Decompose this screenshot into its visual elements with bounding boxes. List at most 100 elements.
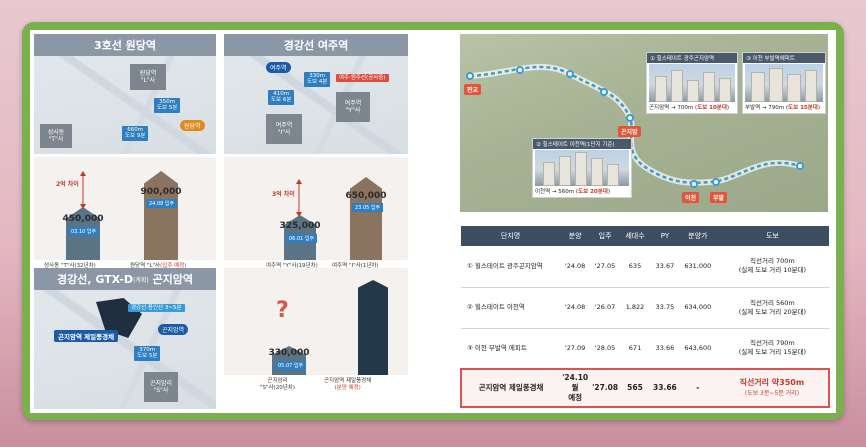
row-3-move: '28.05 — [590, 328, 621, 370]
row-3-price: 643,600 — [679, 328, 716, 370]
row-2-units: 1,822 — [620, 287, 650, 329]
row-2-name: ② 힐스테이트 이천역 — [461, 287, 561, 329]
row-3-sale: '27.09 — [560, 328, 591, 370]
question-mark: ? — [276, 298, 289, 323]
complex-card-3-header: ② 힐스테이트 이천역(1단지 기준) — [533, 139, 631, 149]
route-station-gonjiam — [626, 114, 634, 122]
gonjiam-dist-370: 370m 도보 5분 — [134, 346, 161, 361]
row-1-sale: '24.08 — [560, 246, 591, 288]
yeoju-gap-label: 3억 차이 — [272, 191, 295, 198]
wondang-title: 3호선 원당역 — [34, 34, 216, 56]
wondang-station-badge: 원당역 — [180, 120, 205, 131]
gonjiam-station-badge: 곤지암역 — [158, 324, 189, 335]
complex-card-2: ③ 이천 부발역에피트 부발역 → 790m (도보 15분대) — [742, 52, 826, 114]
row-1-py: 33.67 — [649, 246, 680, 288]
route-label-icheon: 이천 — [682, 192, 700, 203]
gonjiam-map-panel: 경강선, GTX-D (계획) 곤지암역 경강선·용인선 3~5분 곤지암역 제일… — [34, 268, 216, 409]
yeoju-right-price: 650,000 — [345, 191, 387, 201]
wondang-right-price: 900,000 — [140, 187, 182, 197]
wondang-chart: 2억 차이 450,000 03.10 입주 900,000 24.08 입주 — [34, 157, 216, 260]
table-row-highlight: 곤지암역 제일풍경채 '24.10월 예정 '27.08 565 33.66 - … — [459, 368, 831, 408]
table-row: ② 힐스테이트 이천역 '24.08 '26.07 1,822 33.75 63… — [461, 287, 829, 329]
complex-card-1-header: ① 힐스테이트 광주곤지암역 — [647, 53, 737, 63]
gonjiam-right-house — [358, 280, 388, 375]
row-2-walk: 직선거리 560m (실제 도보 거리 20분대) — [715, 287, 829, 329]
complex-card-2-photo — [745, 64, 823, 102]
yeoju-title: 경강선 여주역 — [224, 34, 408, 56]
yeoju-station-badge: 여주역 — [266, 62, 291, 73]
wondang-map-panel: 3호선 원당역 원당역 "L"사 성사동 "T"사 350m 도보 5분 660… — [34, 34, 216, 154]
route-station-pangyo — [466, 72, 474, 80]
route-station-icheon — [690, 180, 698, 188]
gonjiam-chart: ? 330,000 05.07 입주 — [224, 268, 408, 375]
row-2-sale: '24.08 — [560, 287, 591, 329]
row-1-price: 631,000 — [679, 246, 716, 288]
row-2-py: 33.75 — [649, 287, 680, 329]
complex-card-1: ① 힐스테이트 광주곤지암역 곤지암역 → 700m (도보 10분대) — [646, 52, 738, 114]
yeoju-chart: 3억 차이 325,000 06.01 입주 650,000 23.05 입주 — [224, 157, 408, 260]
hl-price: - — [679, 368, 716, 408]
yeoju-block-y: 여주역 "Y"사 — [336, 92, 370, 122]
gonjiam-line-label: 경강선·용인선 3~5분 — [128, 304, 185, 313]
wondang-dist-660: 660m 도보 9분 — [122, 126, 149, 141]
gonjiam-left-price: 330,000 — [268, 348, 310, 358]
hl-units: 565 — [620, 368, 650, 408]
route-station-bubal — [712, 178, 720, 186]
yeoju-block-i: 여주역 "I"사 — [266, 114, 302, 144]
wondang-block-l: 원당역 "L"사 — [130, 64, 166, 90]
row-1-move: '27.05 — [590, 246, 621, 288]
complex-card-3: ② 힐스테이트 이천역(1단지 기준) 이천역 → 560m (도보 20분대) — [532, 138, 632, 198]
wondang-right-tag: 24.08 입주 — [146, 199, 178, 208]
wondang-gap-label: 2억 차이 — [56, 181, 79, 188]
table-row: ③ 이천 부발역 에피트 '27.09 '28.05 671 33.66 643… — [461, 328, 829, 370]
content-sheet: 3호선 원당역 원당역 "L"사 성사동 "T"사 350m 도보 5분 660… — [30, 30, 836, 413]
yeoju-left-price: 325,000 — [279, 221, 321, 231]
hl-name: 곤지암역 제일풍경채 — [459, 368, 561, 408]
wondang-gap-arrow — [80, 171, 86, 209]
route-station-3 — [566, 70, 574, 78]
complex-card-3-footer: 이천역 → 560m (도보 20분대) — [535, 189, 611, 195]
row-1-walk: 직선거리 700m (실제 도보 거리 10분대) — [715, 246, 829, 288]
gonjiam-title: 경강선, GTX-D (계획) 곤지암역 — [34, 268, 216, 290]
complex-card-1-footer: 곤지암역 → 700m (도보 10분대) — [649, 105, 730, 111]
header-units: 세대수 — [620, 226, 650, 246]
yeoju-gap-arrow — [296, 179, 302, 217]
wondang-dist-350: 350m 도보 5분 — [154, 98, 181, 113]
complex-card-1-photo — [649, 64, 735, 102]
row-3-name: ③ 이천 부발역 에피트 — [461, 328, 561, 370]
row-1-units: 635 — [620, 246, 650, 288]
gonjiam-block-s: 곤지암리 "S"사 — [144, 372, 178, 402]
wondang-left-price: 450,000 — [62, 214, 104, 224]
yeoju-dist-410: 410m 도보 6분 — [268, 90, 295, 105]
yeoju-map-panel: 경강선 여주역 여주역 330m 도보 4분 410m 도보 6분 여주·원주선… — [224, 34, 408, 154]
gonjiam-left-tag: 05.07 입주 — [275, 361, 307, 370]
yeoju-left-tag: 06.01 입주 — [286, 234, 318, 243]
hl-sale: '24.10월 예정 — [560, 368, 591, 408]
comparison-table: 단지명 분양 입주 세대수 PY 분양가 도보 ① 힐스테이트 광주곤지암역 '… — [459, 226, 831, 408]
complex-card-2-header: ③ 이천 부발역에피트 — [743, 53, 825, 63]
yeoju-right-tag: 23.05 입주 — [352, 203, 384, 212]
wondang-left-tag: 03.10 입주 — [68, 227, 100, 236]
route-station-end — [796, 162, 804, 170]
complex-card-2-footer: 부발역 → 790m (도보 15분대) — [745, 105, 821, 111]
header-py: PY — [649, 226, 680, 246]
table-header-row: 단지명 분양 입주 세대수 PY 분양가 도보 — [461, 226, 829, 246]
header-move: 입주 — [590, 226, 621, 246]
header-name: 단지명 — [461, 226, 561, 246]
gonjiam-site-label: 곤지암역 제일풍경채 — [54, 330, 119, 342]
wondang-right-house — [144, 171, 178, 260]
row-3-py: 33.66 — [649, 328, 680, 370]
row-3-units: 671 — [620, 328, 650, 370]
row-3-walk: 직선거리 790m (실제 도보 거리 15분대) — [715, 328, 829, 370]
route-label-bubal: 부발 — [710, 192, 728, 203]
row-1-name: ① 힐스테이트 광주곤지암역 — [461, 246, 561, 288]
yeoju-dist-330: 330m 도보 4분 — [304, 72, 331, 87]
header-walk: 도보 — [715, 226, 829, 246]
row-2-move: '26.07 — [590, 287, 621, 329]
complex-card-3-photo — [535, 150, 629, 186]
hl-py: 33.66 — [649, 368, 680, 408]
route-station-2 — [516, 66, 524, 74]
wondang-block-t: 성사동 "T"사 — [40, 124, 72, 148]
gonjiam-left-caption: 곤지암리 "S"사(20년차) — [260, 378, 296, 392]
hl-move: '27.08 — [590, 368, 621, 408]
